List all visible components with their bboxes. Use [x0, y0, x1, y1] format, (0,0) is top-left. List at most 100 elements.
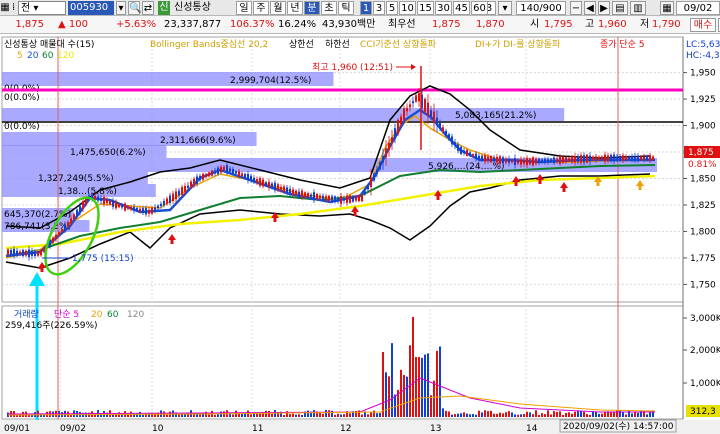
legend-dmi[interactable]: DI+가 DI-를 상향돌파 — [475, 38, 561, 50]
period-button-6[interactable]: 틱 — [338, 1, 354, 15]
candle-body — [160, 203, 162, 207]
volume-bar — [313, 410, 315, 417]
candle-body — [112, 200, 114, 207]
candle-body — [25, 250, 27, 256]
minus-icon[interactable]: − — [570, 1, 582, 15]
buy-button[interactable]: 매수 — [690, 18, 716, 32]
candle-body — [349, 195, 351, 203]
price-tick-label: 1,800 — [690, 227, 716, 237]
candle-body — [259, 178, 261, 186]
volume-bar — [541, 413, 543, 417]
interval-button-45[interactable]: 45 — [453, 1, 470, 15]
candle-body — [397, 120, 399, 135]
candle-body — [61, 229, 63, 232]
count-spin[interactable]: ▾ — [498, 1, 512, 15]
volume-bar — [367, 414, 369, 417]
volume-value: 23,337,877 — [164, 19, 222, 30]
candle-body — [580, 155, 582, 163]
interval-button-10[interactable]: 10 — [399, 1, 416, 15]
candle-body — [601, 156, 603, 160]
page-counter[interactable]: 140/900 — [516, 1, 566, 15]
interval-button-60[interactable]: 60 — [471, 1, 488, 15]
candle-body — [559, 156, 561, 164]
volume-bar — [322, 413, 324, 417]
candle-body — [355, 196, 357, 201]
candle-body — [277, 184, 279, 191]
calendar-icon[interactable]: ▦ — [660, 1, 674, 15]
candle-body — [271, 183, 273, 188]
interval-button-1[interactable]: 1 — [360, 1, 372, 15]
price-tick-label: 1,750 — [690, 280, 716, 290]
candle-body — [214, 170, 216, 174]
period-button-4[interactable]: 분 — [304, 1, 320, 15]
candle-body — [412, 101, 414, 104]
candle-body — [520, 159, 522, 165]
interval-button-30[interactable]: 30 — [435, 1, 452, 15]
candle-body — [58, 232, 60, 236]
volume-bar — [412, 317, 414, 417]
period-button-1[interactable]: 주 — [253, 1, 269, 15]
candle-body — [55, 234, 57, 240]
market-select[interactable]: 전 ▾ — [18, 1, 66, 15]
buy-signal-stem — [514, 182, 518, 186]
scroll-left-icon[interactable]: ◀ — [584, 1, 596, 15]
candle-body — [637, 155, 639, 161]
candle-body — [253, 177, 255, 182]
candle-body — [364, 191, 366, 195]
candle-body — [229, 168, 231, 172]
date-field[interactable]: 09/02 — [676, 1, 720, 15]
interval-button-15[interactable]: 15 — [417, 1, 434, 15]
candle-body — [367, 185, 369, 190]
volume-bar — [493, 413, 495, 417]
volume-bar — [490, 410, 492, 417]
lock-icon[interactable]: ▦ — [0, 1, 10, 15]
candle-body — [526, 158, 528, 166]
candle-body — [586, 154, 588, 163]
open-label: 시 — [530, 19, 540, 30]
candle-body — [523, 159, 525, 164]
stock-code-input[interactable]: 005930 — [68, 1, 114, 15]
interval-button-5[interactable]: 5 — [386, 1, 398, 15]
candle-body — [535, 158, 537, 164]
candle-body — [280, 186, 282, 190]
volume-bar — [466, 413, 468, 417]
volume-bar — [295, 414, 297, 417]
candle-body — [115, 201, 117, 209]
candle-body — [28, 249, 30, 258]
candle-body — [274, 182, 276, 191]
volume-bar — [298, 414, 300, 417]
period-button-2[interactable]: 월 — [270, 1, 286, 15]
candle-body — [517, 160, 519, 164]
volume-bar — [622, 411, 624, 417]
interval-button-3[interactable]: 3 — [373, 1, 385, 15]
legend-upper[interactable]: 상한선 — [289, 39, 314, 50]
legend-cci[interactable]: CCI기준선 상향돌파 — [360, 38, 437, 50]
volume-bar — [214, 414, 216, 417]
candle-body — [373, 173, 375, 181]
legend-avg[interactable]: 종가 단순 5 — [600, 39, 645, 50]
search-icon[interactable]: 🔍 — [128, 1, 141, 15]
period-button-0[interactable]: 일 — [236, 1, 252, 15]
candle-body — [403, 108, 405, 121]
link-icon[interactable]: ⇄ — [142, 1, 154, 15]
stock-chart[interactable]: 2,999,704(12.5%) 5,083,165(21.2%) 2,311,66… — [0, 34, 720, 434]
candle-body — [376, 169, 378, 174]
volume-bar — [430, 395, 432, 417]
volume-label: 거래량 — [14, 308, 39, 320]
candle-body — [607, 155, 609, 161]
chart-mode-icon[interactable]: ▤ — [612, 1, 628, 15]
period-button-3[interactable]: 년 — [287, 1, 303, 15]
candle-body — [133, 206, 135, 211]
view-icon[interactable]: ▥ — [630, 1, 646, 15]
volume-value: 259,416주(226.59%) — [5, 320, 98, 331]
volume-bar — [250, 414, 252, 417]
candle-body — [331, 196, 333, 202]
scroll-right-icon[interactable]: ▶ — [598, 1, 610, 15]
period-button-5[interactable]: 초 — [321, 1, 337, 15]
candle-body — [97, 196, 99, 201]
legend-lower[interactable]: 하한선 — [325, 39, 350, 50]
legend-title[interactable]: 신성통상 매물대 수(15) — [4, 39, 94, 50]
dropdown-icon[interactable]: ▾ — [116, 1, 126, 15]
legend-lc: LC:5,63 — [686, 40, 720, 50]
legend-bollinger[interactable]: Bollinger Bands중심선 20,2 — [150, 39, 268, 50]
